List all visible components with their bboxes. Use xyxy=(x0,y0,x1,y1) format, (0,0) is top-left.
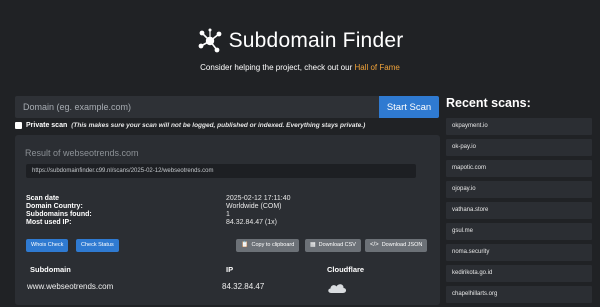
table-row: www.webseotrends.com 84.32.84.47 xyxy=(15,279,440,299)
recent-scan-item[interactable]: gsul.me xyxy=(446,223,592,240)
private-scan-checkbox[interactable] xyxy=(15,122,22,129)
info-value: 84.32.84.47 (1x) xyxy=(226,219,277,226)
check-status-button[interactable]: Check Status xyxy=(76,239,119,252)
hall-of-fame-link[interactable]: Hall of Fame xyxy=(354,63,399,72)
title-row: Subdomain Finder xyxy=(0,28,600,54)
page-title: Subdomain Finder xyxy=(228,29,404,52)
download-json-label: Download JSON xyxy=(381,242,423,248)
info-value: Worldwide (COM) xyxy=(226,203,282,210)
search-form: Start Scan xyxy=(15,96,439,118)
check-status-label: Check Status xyxy=(81,242,114,248)
network-logo-icon xyxy=(198,28,221,53)
info-row-subdomains-found: Subdomains found: 1 xyxy=(26,211,426,219)
domain-search-input[interactable] xyxy=(15,96,379,118)
column-header-ip[interactable]: IP xyxy=(226,265,233,274)
column-header-cloudflare[interactable]: Cloudflare xyxy=(327,265,364,274)
start-scan-button[interactable]: Start Scan xyxy=(379,96,439,118)
info-value: 1 xyxy=(226,211,230,218)
header: Subdomain Finder Consider helping the pr… xyxy=(0,28,600,72)
recent-scan-item[interactable]: okpayment.io xyxy=(446,118,592,135)
result-panel: Result of webseotrends.com https://subdo… xyxy=(15,135,440,305)
recent-scan-item[interactable]: chapelhillarts.org xyxy=(446,286,592,303)
tagline-text: Consider helping the project, check out … xyxy=(200,63,355,72)
cloud-icon xyxy=(328,284,347,293)
private-scan-label: Private scan xyxy=(26,122,68,129)
clipboard-icon: 📋 xyxy=(241,242,249,248)
result-url-field[interactable]: https://subdomainfinder.c99.nl/scans/202… xyxy=(26,164,416,178)
info-row-scan-date: Scan date 2025-02-12 17:11:40 xyxy=(26,195,426,203)
private-scan-note: (This makes sure your scan will not be l… xyxy=(71,122,366,129)
info-row-most-used-ip: Most used IP: 84.32.84.47 (1x) xyxy=(26,219,426,227)
recent-scans-panel: Recent scans: okpayment.io ok-pay.io map… xyxy=(446,96,592,307)
code-icon: </> xyxy=(370,242,379,248)
recent-scans-title: Recent scans: xyxy=(446,96,531,110)
copy-to-clipboard-button[interactable]: 📋 Copy to clipboard xyxy=(236,239,300,252)
info-value: 2025-02-12 17:11:40 xyxy=(226,195,291,202)
subdomain-link[interactable]: www.webseotrends.com xyxy=(27,282,113,291)
recent-scan-item[interactable]: ojopay.io xyxy=(446,181,592,198)
info-label: Domain Country: xyxy=(26,203,83,210)
table-icon: ▦ xyxy=(310,242,316,248)
info-row-domain-country: Domain Country: Worldwide (COM) xyxy=(26,203,426,211)
recent-scan-item[interactable]: ok-pay.io xyxy=(446,139,592,156)
info-label: Most used IP: xyxy=(26,219,72,226)
download-csv-label: Download CSV xyxy=(318,242,356,248)
table-header: Subdomain IP Cloudflare xyxy=(15,261,440,278)
ip-address[interactable]: 84.32.84.47 xyxy=(222,282,264,291)
recent-scan-item[interactable]: vathana.store xyxy=(446,202,592,219)
download-json-button[interactable]: </> Download JSON xyxy=(365,239,428,252)
tagline: Consider helping the project, check out … xyxy=(0,63,600,72)
info-label: Scan date xyxy=(26,195,60,202)
private-scan-option: Private scan (This makes sure your scan … xyxy=(15,122,365,129)
info-label: Subdomains found: xyxy=(26,211,92,218)
recent-scan-item[interactable]: kedirikota.go.id xyxy=(446,265,592,282)
whois-check-label: Whois Check xyxy=(31,242,64,248)
whois-check-button[interactable]: Whois Check xyxy=(26,239,69,252)
copy-label: Copy to clipboard xyxy=(251,242,295,248)
download-csv-button[interactable]: ▦ Download CSV xyxy=(305,239,361,252)
recent-scan-item[interactable]: noma.security xyxy=(446,244,592,261)
scan-info: Scan date 2025-02-12 17:11:40 Domain Cou… xyxy=(26,195,426,227)
column-header-subdomain[interactable]: Subdomain xyxy=(30,265,71,274)
result-title: Result of webseotrends.com xyxy=(25,148,139,158)
recent-scan-item[interactable]: mapotic.com xyxy=(446,160,592,177)
